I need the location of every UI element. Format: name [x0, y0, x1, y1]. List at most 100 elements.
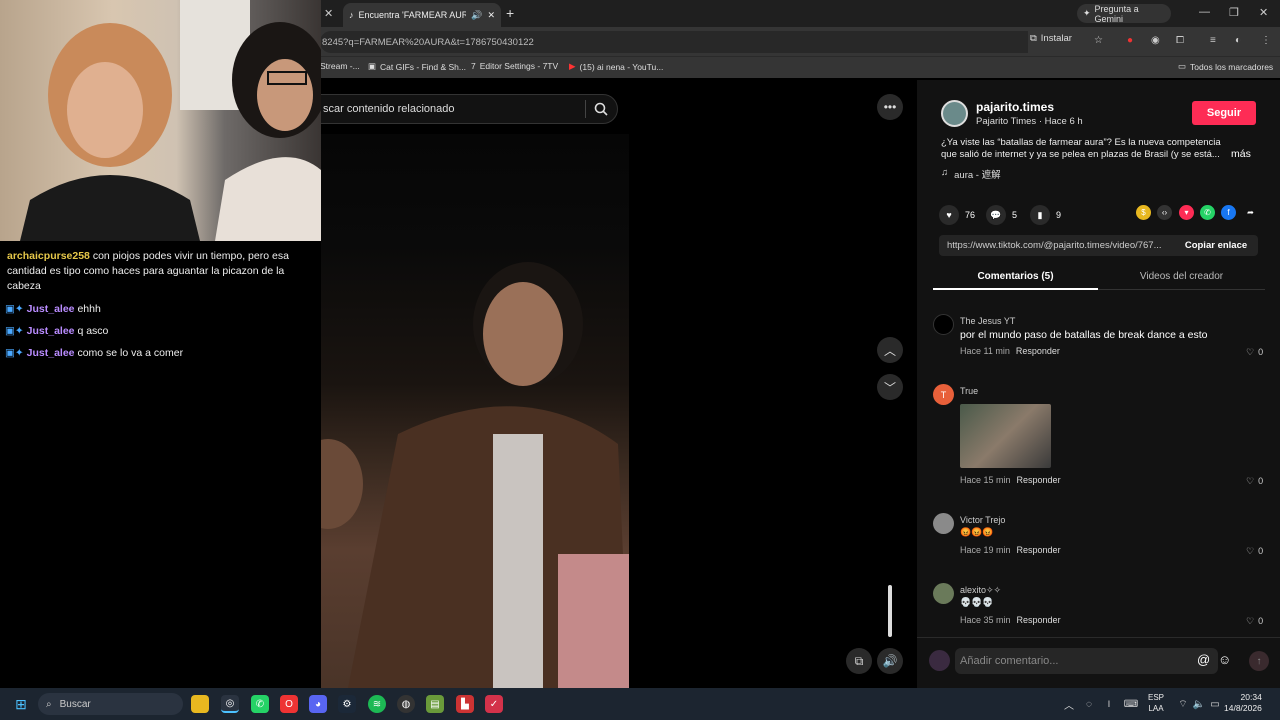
chat-message: archaicpurse258 con piojos podes vivir u…: [7, 249, 307, 294]
mention-icon[interactable]: @: [1197, 652, 1210, 667]
tray-icon[interactable]: ◌: [1080, 695, 1098, 713]
comment-like[interactable]: ♡ 0: [1246, 616, 1263, 627]
bookmark-item[interactable]: ▶ (15) ai nena - YouTu...: [569, 61, 663, 72]
star-icon[interactable]: ☆: [1094, 35, 1103, 46]
extension-icon[interactable]: ●: [1127, 35, 1133, 46]
close-window-button[interactable]: ✕: [1259, 6, 1268, 19]
speaker-icon[interactable]: 🔊: [471, 10, 482, 21]
whatsapp-icon[interactable]: ✆: [251, 695, 269, 713]
previous-video-button[interactable]: ︿: [877, 337, 903, 363]
comment-avatar[interactable]: [933, 583, 954, 604]
app-icon[interactable]: ▙: [456, 695, 474, 713]
more-options-button[interactable]: •••: [877, 94, 903, 120]
reply-button[interactable]: Responder: [1017, 545, 1061, 555]
menu-icon[interactable]: ⋮: [1261, 35, 1271, 46]
pip-button[interactable]: ⧉: [846, 648, 872, 674]
comment-author[interactable]: Victor Trejo: [960, 515, 1005, 525]
minimize-button[interactable]: —: [1199, 6, 1210, 18]
gemini-button[interactable]: ✦ Pregunta a Gemini: [1077, 4, 1171, 24]
comment-button[interactable]: 💬 5: [986, 205, 1017, 225]
reply-button[interactable]: Responder: [1016, 346, 1060, 356]
comment-like[interactable]: ♡ 0: [1246, 546, 1263, 557]
app-icon[interactable]: ✓: [485, 695, 503, 713]
bookmark-item[interactable]: Stream -...: [320, 61, 360, 71]
send-comment-button[interactable]: ↑: [1249, 651, 1269, 671]
tab-comments[interactable]: Comentarios (5): [933, 264, 1098, 290]
author-avatar[interactable]: [941, 100, 968, 127]
comment-avatar[interactable]: [933, 513, 954, 534]
music-link[interactable]: ♫ aura - 遮解: [941, 167, 1001, 181]
volume-slider[interactable]: [888, 585, 892, 637]
comment-like[interactable]: ♡ 0: [1246, 476, 1263, 487]
related-search-input[interactable]: scar contenido relacionado: [320, 94, 618, 124]
embed-icon[interactable]: ‹›: [1157, 205, 1172, 220]
comment-like[interactable]: ♡ 0: [1246, 347, 1263, 358]
next-video-button[interactable]: ﹀: [877, 374, 903, 400]
volume-icon[interactable]: 🔊: [877, 648, 903, 674]
comment-author[interactable]: True: [960, 386, 978, 396]
comment-avatar[interactable]: T: [933, 384, 954, 405]
extension-icon[interactable]: ◉: [1151, 35, 1160, 46]
url-field[interactable]: 8245?q=FARMEAR%20AURA&t=1786750430122: [320, 31, 1028, 53]
facebook-icon[interactable]: f: [1221, 205, 1236, 220]
clock[interactable]: 20:34 14/8/2026: [1224, 692, 1262, 714]
chat-username[interactable]: Just_alee: [27, 325, 75, 337]
profile-icon[interactable]: ◐: [1235, 35, 1241, 46]
save-button[interactable]: ▮ 9: [1030, 205, 1061, 225]
author-username[interactable]: pajarito.times: [976, 100, 1054, 114]
windows-start-icon[interactable]: ⊞: [12, 695, 30, 713]
browser-tab[interactable]: ♪ Encuentra 'FARMEAR AURA' 🔊 ✕: [343, 3, 501, 27]
taskbar-search[interactable]: ⌕ Buscar: [38, 693, 183, 715]
chevron-up-icon[interactable]: ︿: [1060, 695, 1078, 713]
comment-image[interactable]: [960, 404, 1051, 468]
bookmark-label: Todos los marcadores: [1190, 61, 1274, 72]
bookmark-label: Stream -...: [320, 61, 360, 71]
tab-creator-videos[interactable]: Videos del creador: [1098, 264, 1265, 290]
send-icon[interactable]: ▾: [1179, 205, 1194, 220]
language-indicator[interactable]: ESP LAA: [1148, 692, 1164, 714]
badge-icon: ▣✦: [5, 347, 24, 359]
keyboard-icon[interactable]: ⌨: [1122, 695, 1140, 713]
reply-button[interactable]: Responder: [1017, 615, 1061, 625]
restore-button[interactable]: ❐: [1229, 6, 1239, 19]
share-icon[interactable]: ➦: [1243, 205, 1258, 220]
reply-button[interactable]: Responder: [1017, 475, 1061, 485]
chat-username[interactable]: archaicpurse258: [7, 250, 90, 262]
comment-author[interactable]: The Jesus YT: [960, 316, 1015, 326]
obs-icon[interactable]: ◍: [397, 695, 415, 713]
close-tab-icon[interactable]: ✕: [324, 7, 333, 20]
steam-icon[interactable]: ⚙: [338, 695, 356, 713]
puzzle-icon[interactable]: ⧠: [1176, 35, 1184, 46]
add-comment-input[interactable]: Añadir comentario...: [955, 648, 1218, 674]
game-icon[interactable]: ▤: [426, 695, 444, 713]
install-button[interactable]: ⧉ Instalar: [1030, 33, 1072, 44]
copy-link-button[interactable]: Copiar enlace: [1174, 235, 1258, 256]
chrome-icon[interactable]: ◎: [221, 695, 239, 713]
more-button[interactable]: más: [1231, 148, 1251, 160]
whatsapp-icon[interactable]: ✆: [1200, 205, 1215, 220]
media-icon[interactable]: ≡: [1210, 35, 1216, 46]
microphone-icon[interactable]: ⏽: [1100, 695, 1118, 713]
follow-button[interactable]: Seguir: [1192, 101, 1256, 125]
comment-author[interactable]: alexito✧✧: [960, 585, 1001, 596]
file-explorer-icon[interactable]: [191, 695, 209, 713]
spotify-icon[interactable]: ≋: [368, 695, 386, 713]
bookmark-item[interactable]: ▣ Cat GIFs - Find & Sh...: [368, 61, 466, 72]
bookmark-item[interactable]: 7 Editor Settings - 7TV: [471, 61, 558, 71]
video-player[interactable]: [288, 134, 629, 688]
chat-username[interactable]: Just_alee: [27, 347, 75, 359]
save-count: 9: [1056, 210, 1062, 220]
comment-avatar[interactable]: [933, 314, 954, 335]
all-bookmarks[interactable]: ▭ Todos los marcadores: [1178, 61, 1273, 72]
opera-icon[interactable]: O: [280, 695, 298, 713]
heart-icon: ♥: [939, 205, 959, 225]
new-tab-button[interactable]: +: [506, 5, 514, 21]
chat-username[interactable]: Just_alee: [27, 303, 75, 315]
coin-icon[interactable]: $: [1136, 205, 1151, 220]
discord-icon[interactable]: ◕: [309, 695, 327, 713]
like-button[interactable]: ♥ 76: [939, 205, 975, 225]
battery-icon[interactable]: ▭: [1206, 695, 1224, 713]
emoji-icon[interactable]: ☺: [1218, 652, 1231, 667]
close-icon[interactable]: ✕: [487, 10, 495, 21]
search-icon[interactable]: [585, 100, 615, 118]
